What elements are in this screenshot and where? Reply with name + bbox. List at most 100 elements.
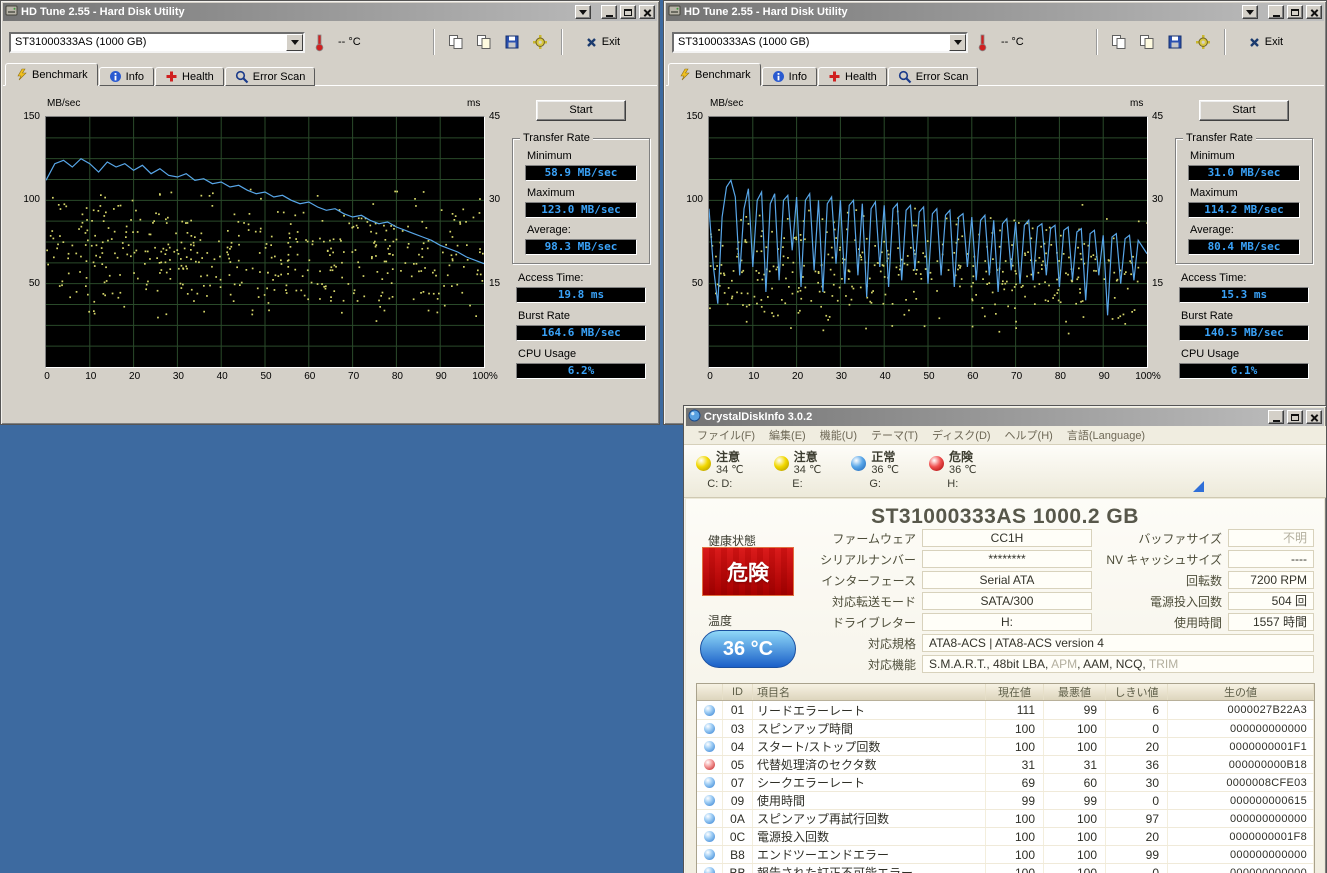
tab-error-scan[interactable]: Error Scan — [887, 67, 979, 86]
copy-icon[interactable] — [442, 29, 470, 55]
health-status-badge[interactable]: 危険 — [702, 547, 794, 596]
minimize-button[interactable] — [601, 5, 617, 19]
smart-row[interactable]: 07 シークエラーレート 69 60 30 0000008CFE03 — [697, 773, 1314, 791]
drive-item-h[interactable]: 危険 36 ℃ H: — [928, 450, 977, 495]
smart-cell: 31 — [1044, 756, 1106, 773]
maximize-button[interactable] — [620, 5, 636, 19]
smart-row[interactable]: 05 代替処理済のセクタ数 31 31 36 000000000B18 — [697, 755, 1314, 773]
magnifier-icon — [235, 70, 249, 83]
smart-row[interactable]: 01 リードエラーレート 111 99 6 0000027B22A3 — [697, 701, 1314, 719]
menu-function[interactable]: 機能(U) — [813, 427, 864, 443]
menu-language[interactable]: 言語(Language) — [1060, 427, 1152, 443]
smart-cell: 000000000000 — [1168, 810, 1314, 827]
toolbar: ST31000333AS (1000 GB) -- °C Exit — [664, 21, 1326, 63]
smart-cell: 0C — [723, 828, 753, 845]
smart-row[interactable]: BB 報告された訂正不可能エラー 100 100 0 000000000000 — [697, 863, 1314, 873]
drive-temp: 34 ℃ — [793, 464, 822, 476]
exit-button[interactable]: Exit — [1239, 34, 1293, 50]
tab-benchmark[interactable]: Benchmark — [668, 63, 761, 86]
drive-item-g[interactable]: 正常 36 ℃ G: — [851, 451, 899, 495]
start-button[interactable]: Start — [1199, 100, 1289, 121]
title-bar[interactable]: HD Tune 2.55 - Hard Disk Utility — [666, 3, 1324, 21]
tab-error-scan[interactable]: Error Scan — [224, 67, 316, 86]
y-axis-right-tick: 30 — [1152, 194, 1164, 206]
tab-info[interactable]: Info — [761, 67, 817, 86]
title-bar[interactable]: CrystalDiskInfo 3.0.2 — [686, 408, 1324, 426]
tab-label: Benchmark — [32, 68, 88, 81]
smart-cell: 代替処理済のセクタ数 — [753, 756, 986, 773]
smart-cell: 100 — [986, 720, 1044, 737]
tab-health[interactable]: Health — [155, 67, 224, 86]
y-axis-left-unit: MB/sec — [47, 98, 81, 109]
menu-help[interactable]: ヘルプ(H) — [998, 427, 1060, 443]
y-axis-left-tick: 150 — [23, 111, 40, 122]
smart-row[interactable]: 03 スピンアップ時間 100 100 0 000000000000 — [697, 719, 1314, 737]
minimum-value: 58.9 MB/sec — [525, 165, 637, 181]
menu-disk[interactable]: ディスク(D) — [925, 427, 998, 443]
x-axis-tick: 100% — [1135, 371, 1161, 382]
drive-item-e[interactable]: 注意 34 ℃ E: — [773, 451, 822, 495]
minimize-button[interactable] — [1268, 410, 1284, 424]
window-title: HD Tune 2.55 - Hard Disk Utility — [21, 6, 185, 18]
drive-select-arrow-icon[interactable] — [286, 33, 303, 51]
smart-row[interactable]: 09 使用時間 99 99 0 000000000615 — [697, 791, 1314, 809]
smart-cell: 36 — [1106, 756, 1168, 773]
rollup-button[interactable] — [575, 5, 591, 19]
close-button[interactable] — [639, 5, 655, 19]
info-value: SATA/300 — [922, 592, 1092, 610]
maximize-button[interactable] — [1287, 410, 1303, 424]
rollup-button[interactable] — [1242, 5, 1258, 19]
start-button[interactable]: Start — [536, 100, 626, 121]
drive-item-cd[interactable]: 注意 34 ℃ C: D: — [696, 451, 744, 495]
exit-button[interactable]: Exit — [576, 34, 630, 50]
info-icon — [772, 71, 784, 82]
info-label: ドライブレター — [831, 615, 916, 630]
magnifier-icon — [898, 70, 912, 83]
window-title: HD Tune 2.55 - Hard Disk Utility — [684, 6, 848, 18]
smart-row[interactable]: B8 エンドツーエンドエラー 100 100 99 000000000000 — [697, 845, 1314, 863]
close-button[interactable] — [1306, 410, 1322, 424]
options-gear-icon[interactable] — [526, 29, 554, 55]
menu-file[interactable]: ファイル(F) — [690, 427, 762, 443]
tab-label: Health — [182, 70, 214, 83]
hdtune-app-icon — [5, 4, 18, 20]
maximize-button[interactable] — [1287, 5, 1303, 19]
tab-health[interactable]: Health — [818, 67, 887, 86]
smart-status-cell — [697, 792, 723, 809]
smart-cell: 000000000000 — [1168, 864, 1314, 873]
smart-row[interactable]: 04 スタート/ストップ回数 100 100 20 0000000001F1 — [697, 737, 1314, 755]
smart-cell: 報告された訂正不可能エラー — [753, 864, 986, 873]
smart-row[interactable]: 0C 電源投入回数 100 100 20 0000000001F8 — [697, 827, 1314, 845]
smart-cell: 09 — [723, 792, 753, 809]
exit-label: Exit — [1264, 36, 1284, 48]
copy-file-icon[interactable] — [1133, 29, 1161, 55]
results-panel: Start Transfer Rate Minimum 31.0 MB/sec … — [1174, 100, 1314, 418]
drive-status-text: 危険 — [948, 450, 973, 464]
smart-cell: 0 — [1106, 864, 1168, 873]
menu-edit[interactable]: 編集(E) — [762, 427, 813, 443]
tab-info[interactable]: Info — [98, 67, 154, 86]
title-bar[interactable]: HD Tune 2.55 - Hard Disk Utility — [3, 3, 657, 21]
status-dot-good — [704, 723, 715, 734]
smart-status-cell — [697, 810, 723, 827]
y-axis-right-tick: 45 — [1152, 111, 1164, 122]
smart-row[interactable]: 0A スピンアップ再試行回数 100 100 97 000000000000 — [697, 809, 1314, 827]
minimize-button[interactable] — [1268, 5, 1284, 19]
options-gear-icon[interactable] — [1189, 29, 1217, 55]
copy-file-icon[interactable] — [470, 29, 498, 55]
save-icon[interactable] — [498, 29, 526, 55]
drive-select[interactable]: ST31000333AS (1000 GB) — [9, 31, 305, 53]
copy-icon[interactable] — [1105, 29, 1133, 55]
smart-cell: 100 — [986, 828, 1044, 845]
menu-theme[interactable]: テーマ(T) — [864, 427, 925, 443]
x-axis-tick: 40 — [216, 371, 228, 382]
hdtune-app-icon — [668, 4, 681, 20]
drive-select[interactable]: ST31000333AS (1000 GB) — [672, 31, 968, 53]
save-icon[interactable] — [1161, 29, 1189, 55]
tab-benchmark[interactable]: Benchmark — [5, 63, 98, 86]
burst-rate-value: 140.5 MB/sec — [1179, 325, 1309, 341]
drive-select-arrow-icon[interactable] — [949, 33, 966, 51]
temperature-readout: -- °C — [338, 36, 361, 48]
drive-list-scroll-arrow-icon[interactable] — [1193, 481, 1204, 492]
close-button[interactable] — [1306, 5, 1322, 19]
